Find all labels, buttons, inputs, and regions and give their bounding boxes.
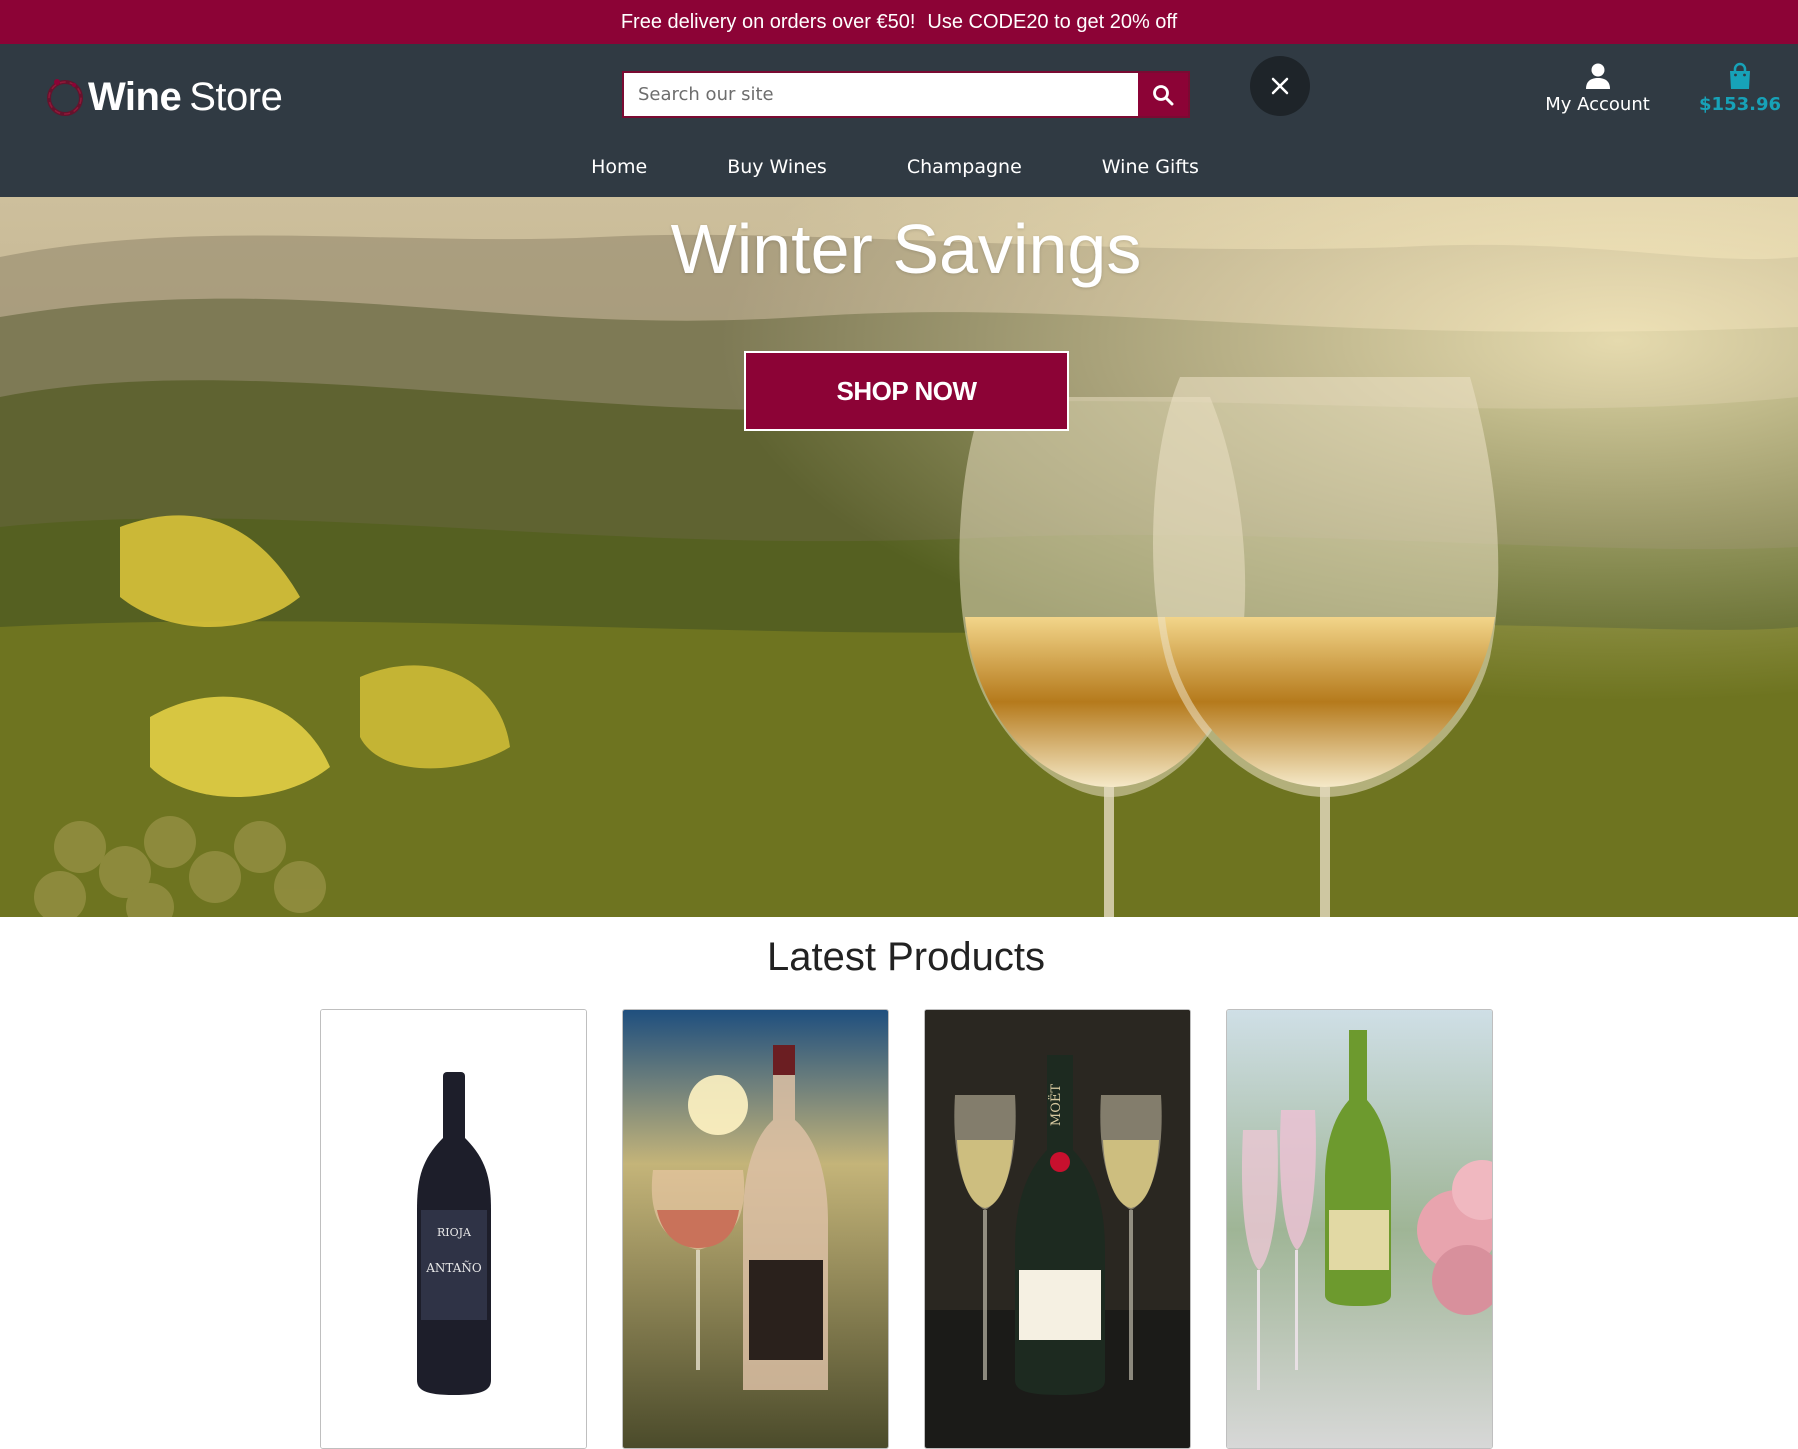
hero-title: Winter Savings (670, 210, 1142, 288)
nav-item-champagne[interactable]: Champagne (867, 144, 1062, 194)
shopping-bag-icon (1730, 62, 1750, 89)
my-account-link[interactable]: My Account (1535, 62, 1660, 130)
search-input[interactable] (624, 73, 1138, 116)
cart-total: $153.96 (1699, 94, 1781, 115)
wine-stain-logo-icon (47, 79, 83, 116)
champagne-bottle-and-flutes-image: MOËT (925, 1010, 1190, 1448)
svg-text:ANTAÑO: ANTAÑO (425, 1260, 482, 1275)
product-card[interactable] (622, 1009, 889, 1449)
hero-banner: Winter Savings SHOP NOW (0, 197, 1798, 917)
rose-wine-glass-and-bottle-image (623, 1010, 888, 1448)
product-card[interactable]: RIOJA ANTAÑO (320, 1009, 587, 1449)
search-icon (1153, 84, 1174, 105)
promo-text-delivery: Free delivery on orders over €50! (620, 10, 916, 33)
site-logo[interactable]: Wine Store (44, 72, 283, 122)
red-wine-bottle-image: RIOJA ANTAÑO (321, 1010, 586, 1448)
shop-now-button[interactable]: SHOP NOW (744, 351, 1069, 431)
logo-text-store: Store (189, 74, 283, 119)
search-button[interactable] (1138, 73, 1188, 116)
nav-item-wine-gifts[interactable]: Wine Gifts (1062, 144, 1239, 194)
nav-item-home[interactable]: Home (551, 144, 687, 194)
site-header: Wine Store My Account $153. (0, 44, 1798, 197)
cart-link[interactable]: $153.96 (1699, 62, 1781, 130)
close-search-button[interactable] (1250, 56, 1310, 116)
latest-products-heading: Latest Products (767, 935, 1045, 979)
promo-bar: Free delivery on orders over €50! Use CO… (0, 0, 1798, 44)
my-account-label: My Account (1545, 94, 1650, 115)
product-card[interactable]: MOËT (924, 1009, 1191, 1449)
svg-text:MOËT: MOËT (1047, 1084, 1064, 1126)
svg-text:RIOJA: RIOJA (437, 1226, 472, 1239)
pink-champagne-flutes-and-flowers-image (1227, 1010, 1492, 1448)
close-icon (1271, 77, 1289, 95)
logo-text-wine: Wine (88, 74, 182, 119)
main-nav: Home Buy Wines Champagne Wine Gifts (0, 144, 1798, 194)
hero-vineyard-image (0, 197, 1798, 917)
user-icon (1585, 63, 1610, 89)
promo-text-code: Use CODE20 to get 20% off (927, 10, 1178, 33)
product-card[interactable] (1226, 1009, 1493, 1449)
nav-item-buy-wines[interactable]: Buy Wines (687, 144, 867, 194)
search-bar (622, 71, 1190, 118)
